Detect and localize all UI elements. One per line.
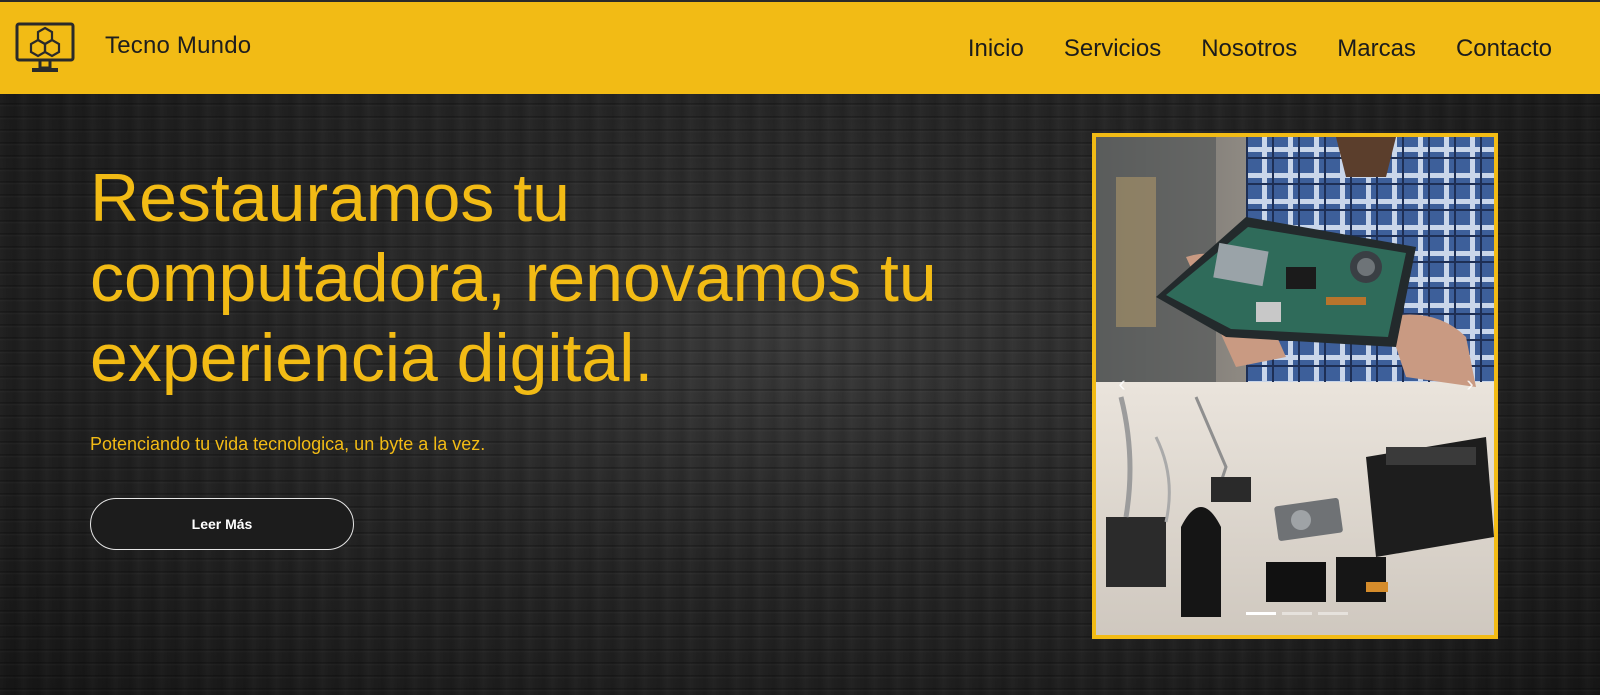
main-nav: Inicio Servicios Nosotros Marcas Contact…: [928, 2, 1552, 96]
monitor-hexagon-icon[interactable]: [14, 20, 76, 78]
read-more-button[interactable]: Leer Más: [90, 498, 354, 550]
nav-item-contacto[interactable]: Contacto: [1456, 35, 1552, 63]
hero-section: Restauramos tu computadora, renovamos tu…: [0, 94, 1600, 695]
carousel-indicator-1[interactable]: [1246, 612, 1276, 615]
hero-tagline: Potenciando tu vida tecnologica, un byte…: [90, 434, 486, 454]
page: Tecno Mundo Inicio Servicios Nosotros Ma…: [0, 0, 1600, 695]
hero-headline: Restauramos tu computadora, renovamos tu…: [90, 160, 937, 396]
carousel-indicators: [1246, 612, 1348, 615]
brand-name[interactable]: Tecno Mundo: [105, 32, 251, 60]
chevron-right-icon[interactable]: ›: [1460, 369, 1480, 399]
image-carousel: ‹ ›: [1092, 133, 1498, 639]
carousel-indicator-2[interactable]: [1282, 612, 1312, 615]
navbar: Tecno Mundo Inicio Servicios Nosotros Ma…: [0, 0, 1600, 94]
chevron-left-icon[interactable]: ‹: [1112, 369, 1132, 399]
nav-item-marcas[interactable]: Marcas: [1337, 35, 1416, 63]
carousel-slide-image: [1096, 137, 1494, 635]
nav-item-inicio[interactable]: Inicio: [968, 35, 1024, 63]
nav-item-servicios[interactable]: Servicios: [1064, 35, 1161, 63]
carousel-indicator-3[interactable]: [1318, 612, 1348, 615]
nav-item-nosotros[interactable]: Nosotros: [1201, 35, 1297, 63]
